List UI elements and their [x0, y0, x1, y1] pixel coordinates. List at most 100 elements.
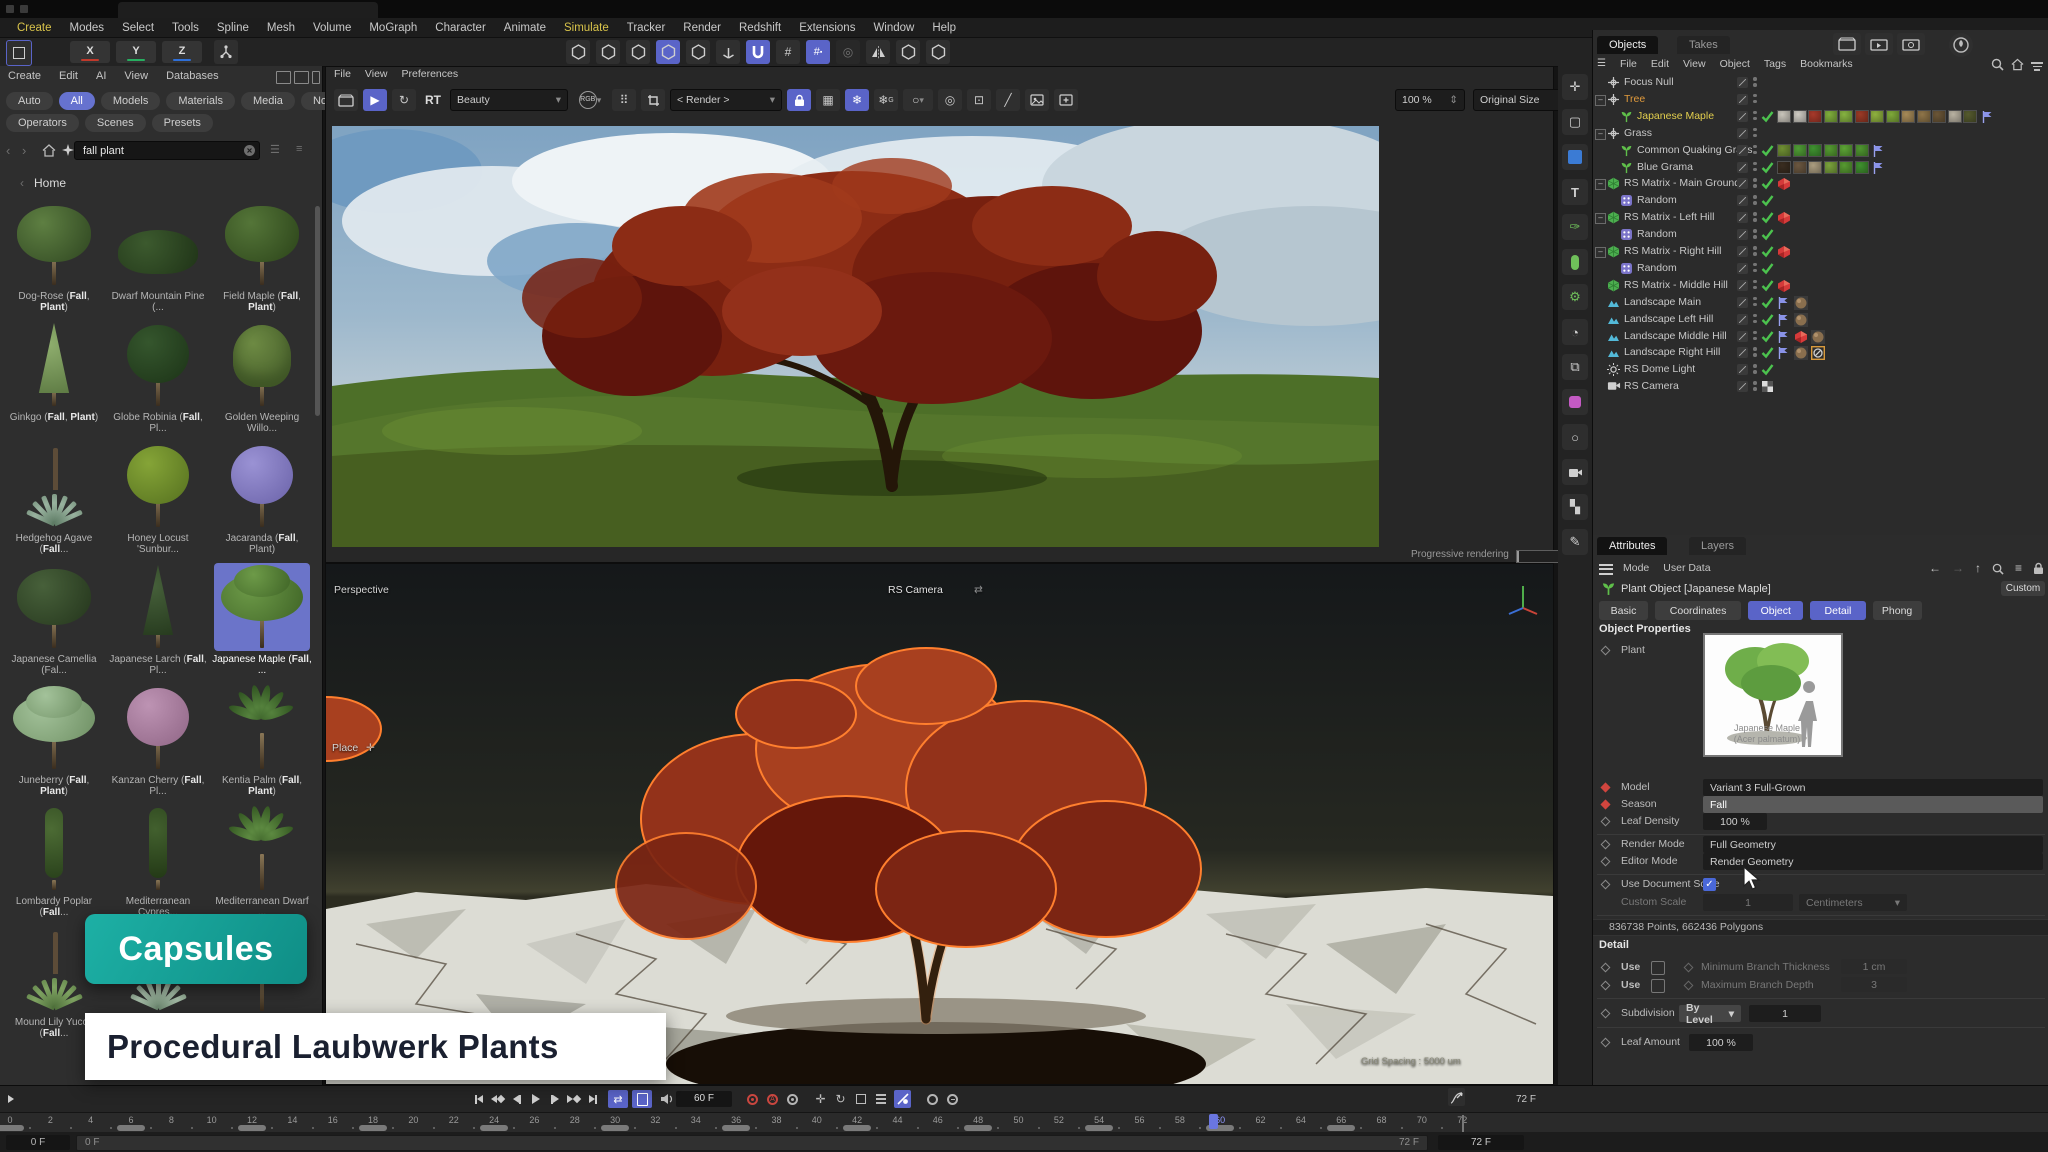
- lock-icon[interactable]: [2033, 562, 2044, 575]
- capsule-icon[interactable]: [1562, 249, 1588, 275]
- spline-pen-icon[interactable]: ✑: [1562, 214, 1588, 240]
- next-key-button[interactable]: [565, 1090, 582, 1108]
- timeline-ruler[interactable]: 0246810121416182022242628303234363840424…: [0, 1112, 2048, 1133]
- layer-dots-icon[interactable]: [1753, 212, 1757, 223]
- object-row-tree[interactable]: –Tree: [1593, 91, 2048, 108]
- asset-kanzan-cherry[interactable]: Kanzan Cherry (Fall, Pl...: [108, 684, 208, 797]
- mat-tag-icon[interactable]: [1794, 313, 1808, 327]
- material-swatch[interactable]: [1948, 110, 1962, 123]
- sample-dropdown[interactable]: ○▾: [903, 89, 933, 111]
- volume-icon[interactable]: [1562, 389, 1588, 415]
- object-row-landscape-right-hill[interactable]: Landscape Right Hill: [1593, 344, 2048, 361]
- render-settings-button[interactable]: [1897, 33, 1925, 55]
- material-swatch[interactable]: [1808, 144, 1822, 157]
- start-ipr-button[interactable]: ▶: [363, 89, 387, 111]
- focus-picker-icon[interactable]: ◎: [938, 89, 962, 111]
- rs-tag-icon[interactable]: [1777, 211, 1791, 225]
- layer-dots-icon[interactable]: [1753, 162, 1757, 173]
- season-dropdown[interactable]: Fall: [1703, 796, 2043, 813]
- edit-icon[interactable]: [1737, 381, 1748, 392]
- filter-operators[interactable]: Operators: [6, 114, 79, 132]
- edit-icon[interactable]: [1737, 111, 1748, 122]
- menu-extensions[interactable]: Extensions: [790, 22, 864, 34]
- history-back-icon[interactable]: ←: [1929, 561, 1941, 575]
- generator-icon[interactable]: ⚙: [1562, 284, 1588, 310]
- filter-scenes[interactable]: Scenes: [85, 114, 146, 132]
- hex-o-icon[interactable]: [896, 40, 920, 64]
- key-icon[interactable]: [1601, 1009, 1611, 1019]
- texture-mode-icon[interactable]: [626, 40, 650, 64]
- rs-tag-icon[interactable]: [1777, 279, 1791, 293]
- pla-button[interactable]: [924, 1090, 941, 1108]
- range-end-field[interactable]: 72 F: [1438, 1135, 1524, 1150]
- menu-redshift[interactable]: Redshift: [730, 22, 790, 34]
- display-tag-icon[interactable]: [1761, 380, 1774, 393]
- asset-japanese-maple[interactable]: Japanese Maple (Fall, ...: [212, 563, 312, 676]
- search-filter-icon[interactable]: ☰: [270, 143, 280, 156]
- lock-render-button[interactable]: [787, 89, 811, 111]
- protractor-icon[interactable]: ◔: [1562, 319, 1588, 345]
- snapshot-icon[interactable]: [334, 89, 358, 111]
- laubwerk-tag-icon[interactable]: [1872, 161, 1886, 175]
- material-swatch[interactable]: [1839, 110, 1853, 123]
- camera-label[interactable]: RS Camera: [888, 584, 943, 596]
- object-row-japanese-maple[interactable]: Japanese Maple: [1593, 108, 2048, 125]
- edit-icon[interactable]: [1737, 128, 1748, 139]
- material-swatch[interactable]: [1901, 110, 1915, 123]
- fcurve-icon[interactable]: [1448, 1088, 1465, 1106]
- hierarchy-icon[interactable]: [214, 40, 238, 64]
- next-frame-button[interactable]: [546, 1090, 563, 1108]
- filter-all[interactable]: All: [59, 92, 95, 110]
- layer-dots-icon[interactable]: [1753, 128, 1757, 139]
- material-swatch[interactable]: [1855, 144, 1869, 157]
- key-icon[interactable]: [1601, 857, 1611, 867]
- object-label[interactable]: Focus Null: [1624, 76, 1674, 88]
- object-label[interactable]: Blue Grama: [1637, 161, 1693, 173]
- material-swatch[interactable]: [1932, 110, 1946, 123]
- layer-dots-icon[interactable]: [1753, 246, 1757, 257]
- key-icon[interactable]: [1684, 963, 1694, 973]
- material-swatch[interactable]: [1793, 144, 1807, 157]
- pass-dropdown[interactable]: Beauty▾: [450, 89, 568, 111]
- tab-objects[interactable]: Objects: [1597, 36, 1658, 54]
- key-icon[interactable]: [1684, 981, 1694, 991]
- layer-dots-icon[interactable]: [1753, 145, 1757, 156]
- field-icon[interactable]: ○: [1562, 424, 1588, 450]
- prev-key-button[interactable]: [489, 1090, 506, 1108]
- layer-dots-icon[interactable]: [1753, 77, 1757, 88]
- material-swatch[interactable]: [1793, 161, 1807, 174]
- object-row-landscape-left-hill[interactable]: Landscape Left Hill: [1593, 311, 2048, 328]
- object-row-grass[interactable]: –Grass: [1593, 125, 2048, 142]
- range-start-field[interactable]: 0 F: [6, 1135, 70, 1150]
- document-tab[interactable]: [118, 2, 378, 18]
- enabled-check-icon[interactable]: [1761, 245, 1774, 258]
- clear-search-icon[interactable]: [244, 145, 255, 156]
- material-swatch[interactable]: [1777, 161, 1791, 174]
- model-dropdown[interactable]: Variant 3 Full-Grown: [1703, 779, 2043, 796]
- timeline-expand-icon[interactable]: [2, 1090, 19, 1108]
- checker-icon[interactable]: ▚: [1562, 494, 1588, 520]
- asset-golden-weeping-willo-[interactable]: Golden Weeping Willo...: [212, 321, 312, 434]
- filter-icon[interactable]: [2031, 60, 2043, 71]
- menu-create[interactable]: Create: [8, 22, 61, 34]
- model-mode-icon[interactable]: [596, 40, 620, 64]
- menu-spline[interactable]: Spline: [208, 22, 258, 34]
- rt-label[interactable]: RT: [421, 89, 445, 111]
- ab-menu-ai[interactable]: AI: [96, 70, 106, 82]
- asset-japanese-camellia[interactable]: Japanese Camellia (Fal...: [4, 563, 104, 676]
- material-swatch[interactable]: [1824, 161, 1838, 174]
- restart-render-button[interactable]: ↻: [392, 89, 416, 111]
- record-button[interactable]: [744, 1090, 761, 1108]
- enabled-check-icon[interactable]: [1761, 177, 1774, 190]
- menu-render[interactable]: Render: [674, 22, 730, 34]
- hex-a-icon[interactable]: [926, 40, 950, 64]
- filter-presets[interactable]: Presets: [152, 114, 213, 132]
- material-swatch[interactable]: [1870, 110, 1884, 123]
- region-render-icon[interactable]: ⊡: [967, 89, 991, 111]
- object-label[interactable]: Landscape Left Hill: [1624, 313, 1713, 325]
- edit-icon[interactable]: [1737, 162, 1748, 173]
- history-forward-icon[interactable]: →: [1952, 561, 1964, 575]
- attr-tab-object[interactable]: Object: [1748, 601, 1803, 620]
- menu-help[interactable]: Help: [923, 22, 965, 34]
- search-icon[interactable]: [1992, 563, 2004, 575]
